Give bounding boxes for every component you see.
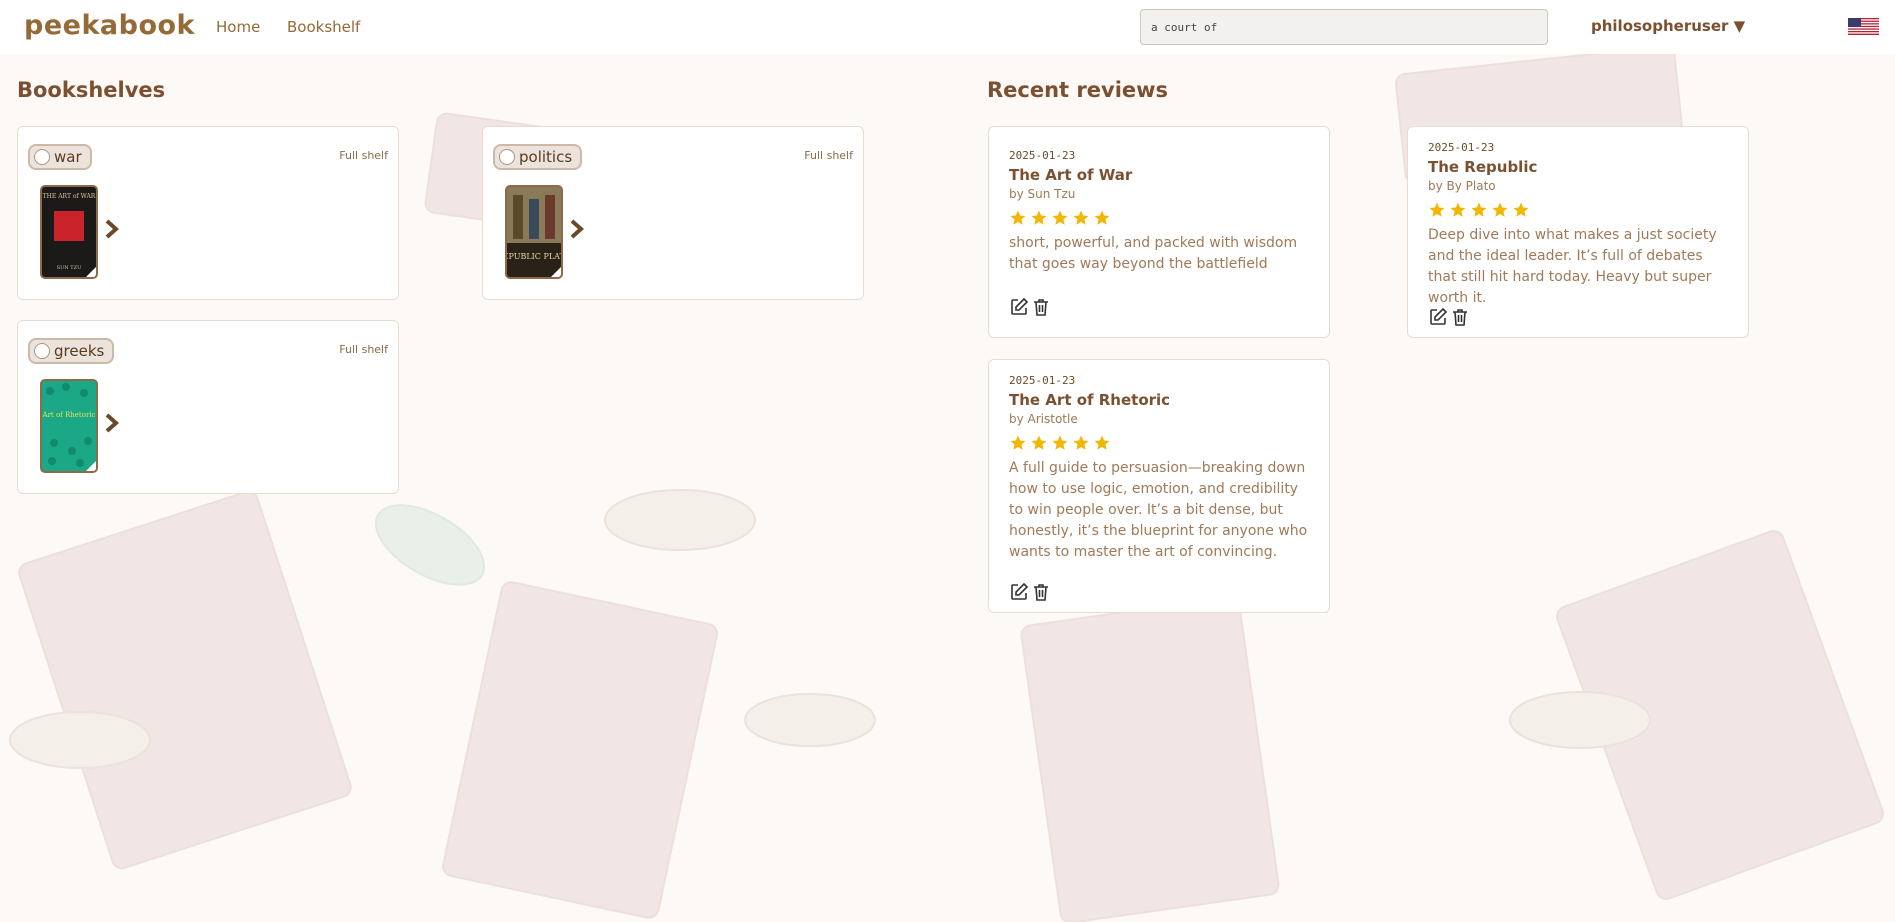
- cover-title-text: THE ART of WAR: [43, 193, 96, 200]
- cover-title-text: REPUBLIC PLATO: [507, 252, 561, 261]
- review-actions: [1009, 297, 1051, 317]
- top-navigation-bar: peekabook Home Bookshelf philosopheruser…: [0, 0, 1895, 54]
- recent-reviews-heading: Recent reviews: [987, 78, 1169, 102]
- cover-author-text: SUN TZU: [57, 265, 82, 271]
- star-icon: [1052, 210, 1068, 225]
- us-flag-icon[interactable]: [1848, 18, 1879, 35]
- shelf-select-war[interactable]: war: [28, 144, 92, 170]
- trash-icon[interactable]: [1031, 297, 1051, 317]
- review-text: Deep dive into what makes a just society…: [1428, 227, 1717, 306]
- shelf-name: greeks: [54, 342, 105, 360]
- star-icon: [1094, 435, 1110, 450]
- review-actions: [1428, 307, 1470, 327]
- full-shelf-link[interactable]: Full shelf: [339, 343, 388, 356]
- review-date: 2025-01-23: [1009, 374, 1076, 387]
- review-book-title: The Art of War: [1009, 166, 1133, 184]
- chevron-right-icon[interactable]: [104, 413, 120, 433]
- star-icon: [1073, 210, 1089, 225]
- review-card: 2025-01-23 The Republic by By Plato Deep…: [1407, 126, 1749, 338]
- review-author: by Aristotle: [1009, 412, 1078, 426]
- star-icon: [1492, 202, 1508, 217]
- review-book-title: The Art of Rhetoric: [1009, 391, 1171, 409]
- edit-icon[interactable]: [1009, 297, 1029, 317]
- star-icon: [1031, 435, 1047, 450]
- book-cover-art-of-rhetoric[interactable]: Art of Rhetoric: [40, 379, 98, 473]
- user-menu-dropdown[interactable]: philosopheruser ▼: [1591, 17, 1745, 35]
- shelf-select-politics[interactable]: politics: [493, 144, 583, 170]
- star-icon: [1513, 202, 1529, 217]
- search-input[interactable]: [1140, 9, 1548, 45]
- book-cover-art-of-war[interactable]: THE ART of WAR SUN TZU: [40, 185, 98, 279]
- shelf-card-greeks: greeks Full shelf Art of Rhetoric: [17, 320, 399, 494]
- star-icon: [1031, 210, 1047, 225]
- shelf-radio[interactable]: [34, 149, 50, 165]
- main-content: Bookshelves war Full shelf THE ART of WA…: [0, 54, 1895, 922]
- chevron-right-icon[interactable]: [104, 219, 120, 239]
- review-book-title: The Republic: [1428, 158, 1538, 176]
- review-text: short, powerful, and packed with wisdom …: [1009, 235, 1298, 272]
- full-shelf-link[interactable]: Full shelf: [804, 149, 853, 162]
- review-card: 2025-01-23 The Art of War by Sun Tzu sho…: [988, 126, 1330, 338]
- review-author: by Sun Tzu: [1009, 187, 1076, 201]
- cover-title-text: Art of Rhetoric: [42, 411, 96, 419]
- app-logo[interactable]: peekabook: [24, 10, 195, 41]
- shelf-radio[interactable]: [34, 343, 50, 359]
- star-icon: [1010, 210, 1026, 225]
- shelf-card-politics: politics Full shelf REPUBLIC PLATO: [482, 126, 864, 300]
- review-text: A full guide to persuasion—breaking down…: [1009, 460, 1308, 560]
- star-rating: [1009, 434, 1309, 452]
- star-icon: [1010, 435, 1026, 450]
- bookshelves-heading: Bookshelves: [17, 78, 166, 102]
- star-icon: [1471, 202, 1487, 217]
- chevron-right-icon[interactable]: [569, 219, 585, 239]
- star-icon: [1429, 202, 1445, 217]
- edit-icon[interactable]: [1009, 582, 1029, 602]
- shelf-name: politics: [519, 148, 573, 166]
- review-actions: [1009, 582, 1051, 602]
- review-card: 2025-01-23 The Art of Rhetoric by Aristo…: [988, 359, 1330, 613]
- book-cover-republic[interactable]: REPUBLIC PLATO: [505, 185, 563, 279]
- star-icon: [1094, 210, 1110, 225]
- shelf-card-war: war Full shelf THE ART of WAR SUN TZU: [17, 126, 399, 300]
- star-icon: [1052, 435, 1068, 450]
- nav-bookshelf-link[interactable]: Bookshelf: [287, 18, 360, 36]
- full-shelf-link[interactable]: Full shelf: [339, 149, 388, 162]
- shelf-radio[interactable]: [499, 149, 515, 165]
- review-date: 2025-01-23: [1009, 149, 1076, 162]
- star-rating: [1428, 201, 1728, 219]
- star-icon: [1450, 202, 1466, 217]
- trash-icon[interactable]: [1450, 307, 1470, 327]
- review-date: 2025-01-23: [1428, 141, 1495, 154]
- review-author: by By Plato: [1428, 179, 1496, 193]
- shelf-select-greeks[interactable]: greeks: [28, 338, 115, 364]
- star-icon: [1073, 435, 1089, 450]
- edit-icon[interactable]: [1428, 307, 1448, 327]
- trash-icon[interactable]: [1031, 582, 1051, 602]
- star-rating: [1009, 209, 1309, 227]
- nav-home-link[interactable]: Home: [216, 18, 260, 36]
- shelf-name: war: [54, 148, 82, 166]
